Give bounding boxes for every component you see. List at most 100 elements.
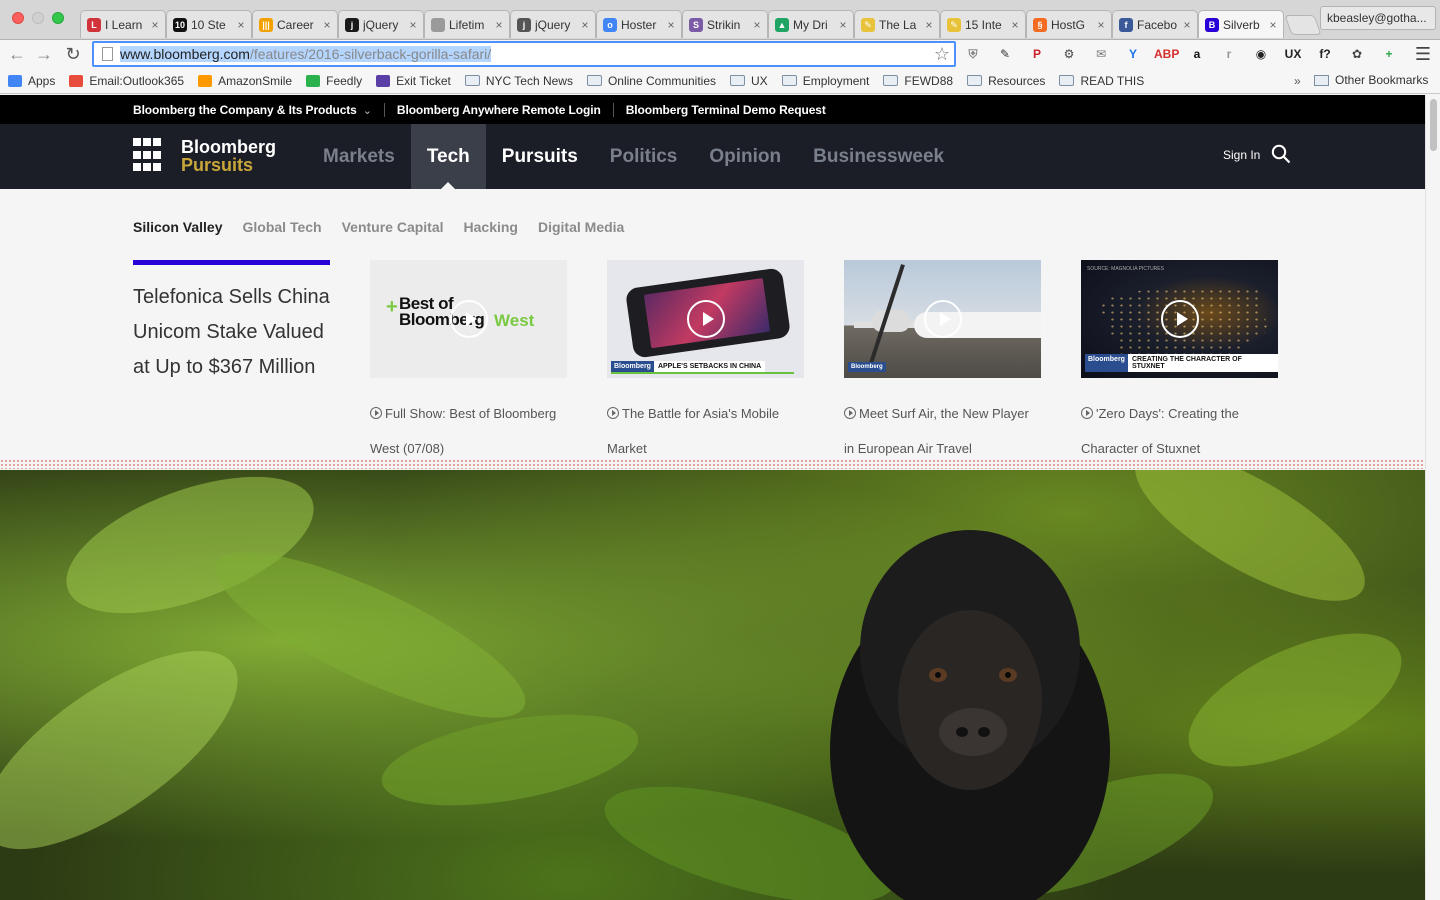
chrome-menu-icon[interactable]: ☰ — [1412, 43, 1434, 65]
browser-tab[interactable]: ✎ The La × — [854, 10, 940, 38]
adblock-icon[interactable]: ABP — [1154, 43, 1179, 65]
nav-opinion[interactable]: Opinion — [693, 124, 797, 189]
back-arrow-icon[interactable]: ← — [6, 43, 28, 65]
evernote-icon[interactable]: ✿ — [1346, 43, 1368, 65]
tab-close-icon[interactable]: × — [149, 18, 161, 32]
amazon-icon[interactable]: a — [1186, 43, 1208, 65]
nav-businessweek[interactable]: Businessweek — [797, 124, 960, 189]
news-icon[interactable]: + — [1378, 43, 1400, 65]
tab-close-icon[interactable]: × — [665, 18, 677, 32]
subnav-item[interactable]: Global Tech — [243, 219, 322, 235]
tab-close-icon[interactable]: × — [1267, 18, 1279, 32]
bookmark-item[interactable]: Online Communities — [586, 74, 716, 88]
font-icon[interactable]: f? — [1314, 43, 1336, 65]
search-icon[interactable] — [1271, 144, 1291, 164]
browser-tab[interactable]: 10 10 Ste × — [166, 10, 252, 38]
play-icon[interactable] — [686, 300, 725, 338]
video-caption[interactable]: The Battle for Asia's Mobile Market — [607, 396, 804, 466]
browser-tab[interactable]: S Strikin × — [682, 10, 768, 38]
browser-tab[interactable]: j jQuery × — [510, 10, 596, 38]
bookmarks-overflow-button[interactable]: » — [1294, 74, 1301, 88]
tab-close-icon[interactable]: × — [1095, 18, 1107, 32]
video-caption[interactable]: Meet Surf Air, the New Player in Europea… — [844, 396, 1041, 466]
profile-button[interactable]: kbeasley@gotha... — [1320, 6, 1436, 30]
tab-close-icon[interactable]: × — [235, 18, 247, 32]
bookmark-item[interactable]: UX — [730, 74, 768, 88]
y-icon[interactable]: Y — [1122, 43, 1144, 65]
play-icon[interactable] — [449, 300, 488, 338]
tab-close-icon[interactable]: × — [1009, 18, 1021, 32]
browser-tab[interactable]: ▲ My Dri × — [768, 10, 854, 38]
r-icon[interactable]: r — [1218, 43, 1240, 65]
shield-icon[interactable]: ⛨ — [962, 43, 984, 65]
tab-close-icon[interactable]: × — [407, 18, 419, 32]
forward-arrow-icon[interactable]: → — [33, 43, 55, 65]
gear-icon[interactable]: ⚙ — [1058, 43, 1080, 65]
top-headline[interactable]: Telefonica Sells China Unicom Stake Valu… — [133, 280, 338, 385]
gmail-icon[interactable]: ✉ — [1090, 43, 1112, 65]
video-card[interactable]: Bloomberg Meet Surf Air, the New Player … — [844, 260, 1041, 466]
reload-icon[interactable]: ↻ — [62, 43, 84, 65]
close-window-button[interactable] — [12, 12, 24, 24]
nav-tech[interactable]: Tech — [410, 124, 486, 189]
panda-icon[interactable]: ◉ — [1250, 43, 1272, 65]
video-card[interactable]: Bloomberg APPLE'S SETBACKS IN CHINA The B… — [607, 260, 804, 466]
bloomberg-pursuits-logo[interactable]: Bloomberg Pursuits — [133, 138, 276, 174]
ux-check-icon[interactable]: UX — [1282, 43, 1304, 65]
tab-close-icon[interactable]: × — [1181, 18, 1193, 32]
browser-tab[interactable]: Lifetim × — [424, 10, 510, 38]
zoom-window-button[interactable] — [52, 12, 64, 24]
subnav-item[interactable]: Silicon Valley — [133, 219, 223, 235]
play-icon[interactable] — [923, 300, 962, 338]
bookmark-star-icon[interactable]: ☆ — [934, 44, 950, 65]
browser-tab[interactable]: § HostG × — [1026, 10, 1112, 38]
video-caption[interactable]: Full Show: Best of Bloomberg West (07/08… — [370, 396, 567, 466]
sign-in-link[interactable]: Sign In — [1223, 148, 1260, 162]
browser-tab[interactable]: B Silverb × — [1198, 10, 1284, 38]
tab-close-icon[interactable]: × — [923, 18, 935, 32]
tab-close-icon[interactable]: × — [493, 18, 505, 32]
bookmark-item[interactable]: READ THIS — [1059, 74, 1144, 88]
bookmark-item[interactable]: Email:Outlook365 — [69, 74, 184, 88]
company-products-link[interactable]: Bloomberg the Company & Its Products ⌄ — [133, 103, 372, 117]
browser-tab[interactable]: j jQuery × — [338, 10, 424, 38]
bookmark-item[interactable]: NYC Tech News — [464, 74, 573, 88]
bookmark-item[interactable]: Resources — [967, 74, 1045, 88]
browser-tab[interactable]: L I Learn × — [80, 10, 166, 38]
eyedropper-icon[interactable]: ✎ — [994, 43, 1016, 65]
browser-tab[interactable]: ||| Career × — [252, 10, 338, 38]
bookmark-item[interactable]: Exit Ticket — [376, 74, 451, 88]
bookmark-item[interactable]: Feedly — [306, 74, 362, 88]
video-thumbnail[interactable]: SOURCE: MAGNOLIA PICTURES Bloomberg CREAT… — [1081, 260, 1278, 378]
nav-pursuits[interactable]: Pursuits — [486, 124, 594, 189]
video-card[interactable]: + Best of Bloomberg West Full Show: Best … — [370, 260, 567, 466]
bookmark-item[interactable]: AmazonSmile — [198, 74, 292, 88]
subnav-item[interactable]: Hacking — [464, 219, 518, 235]
tab-close-icon[interactable]: × — [837, 18, 849, 32]
subnav-item[interactable]: Venture Capital — [342, 219, 444, 235]
video-thumbnail[interactable]: Bloomberg — [844, 260, 1041, 378]
bookmark-item[interactable]: Employment — [781, 74, 869, 88]
browser-tab[interactable]: ✎ 15 Inte × — [940, 10, 1026, 38]
address-bar[interactable]: www.bloomberg.com/features/2016-silverba… — [92, 41, 956, 67]
video-card[interactable]: SOURCE: MAGNOLIA PICTURES Bloomberg CREAT… — [1081, 260, 1278, 466]
page-scrollbar[interactable] — [1425, 95, 1440, 900]
bookmark-item[interactable]: FEWD88 — [883, 74, 953, 88]
tab-close-icon[interactable]: × — [751, 18, 763, 32]
other-bookmarks-folder[interactable]: Other Bookmarks — [1314, 73, 1428, 87]
tab-close-icon[interactable]: × — [321, 18, 333, 32]
video-thumbnail[interactable]: + Best of Bloomberg West — [370, 260, 567, 378]
pinterest-icon[interactable]: P — [1026, 43, 1048, 65]
nav-politics[interactable]: Politics — [594, 124, 694, 189]
video-thumbnail[interactable]: Bloomberg APPLE'S SETBACKS IN CHINA — [607, 260, 804, 378]
subnav-item[interactable]: Digital Media — [538, 219, 624, 235]
menu-grid-icon[interactable] — [133, 138, 161, 174]
terminal-demo-link[interactable]: Bloomberg Terminal Demo Request — [626, 103, 826, 117]
browser-tab[interactable]: f Facebo × — [1112, 10, 1198, 38]
new-tab-button[interactable] — [1284, 15, 1322, 35]
bookmark-item[interactable]: Apps — [8, 74, 55, 88]
anywhere-login-link[interactable]: Bloomberg Anywhere Remote Login — [397, 103, 601, 117]
nav-markets[interactable]: Markets — [307, 124, 411, 189]
browser-tab[interactable]: o Hoster × — [596, 10, 682, 38]
tab-close-icon[interactable]: × — [579, 18, 591, 32]
